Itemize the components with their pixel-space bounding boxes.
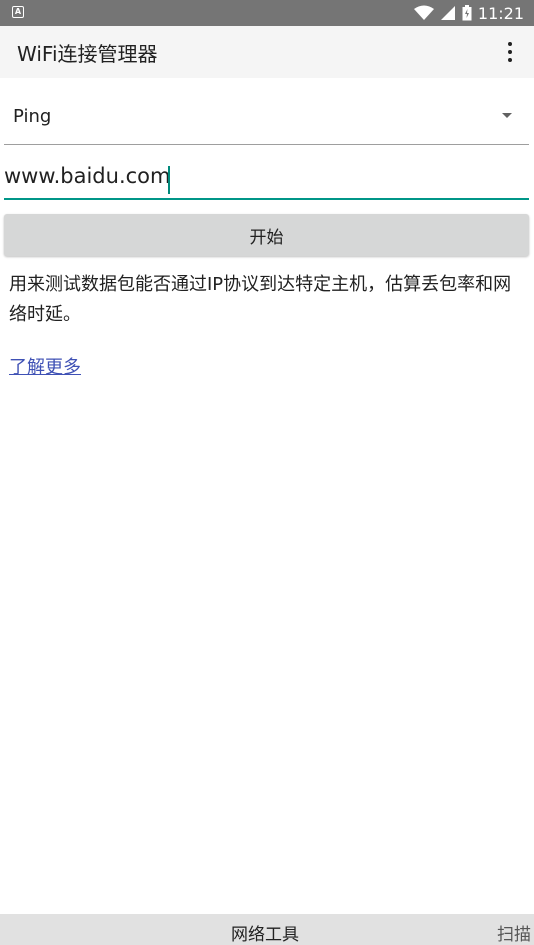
app-title: WiFi连接管理器 xyxy=(17,42,158,66)
host-input[interactable] xyxy=(4,160,529,200)
tool-spinner[interactable]: Ping xyxy=(4,90,529,145)
signal-icon xyxy=(440,6,455,20)
start-button[interactable]: 开始 xyxy=(4,214,529,256)
learn-more-link[interactable]: 了解更多 xyxy=(9,353,81,379)
tool-spinner-value: Ping xyxy=(13,106,52,127)
more-vert-icon[interactable] xyxy=(498,38,522,66)
wifi-icon xyxy=(413,5,434,20)
status-bar: A 11:21 xyxy=(0,0,534,26)
notification-a-icon: A xyxy=(12,6,24,18)
tab-scan[interactable]: 扫描 xyxy=(497,920,531,945)
tab-network-tools[interactable]: 网络工具 xyxy=(231,920,299,945)
tool-description: 用来测试数据包能否通过IP协议到达特定主机，估算丢包率和网络时延。 xyxy=(9,274,512,325)
text-cursor xyxy=(168,166,170,194)
battery-icon xyxy=(462,5,472,21)
app-bar: WiFi连接管理器 xyxy=(0,26,534,78)
dropdown-arrow-icon xyxy=(502,113,512,118)
status-icons: 11:21 xyxy=(413,0,524,26)
bottom-tab-bar: 网络工具 扫描 xyxy=(0,914,534,945)
status-time: 11:21 xyxy=(477,3,524,23)
